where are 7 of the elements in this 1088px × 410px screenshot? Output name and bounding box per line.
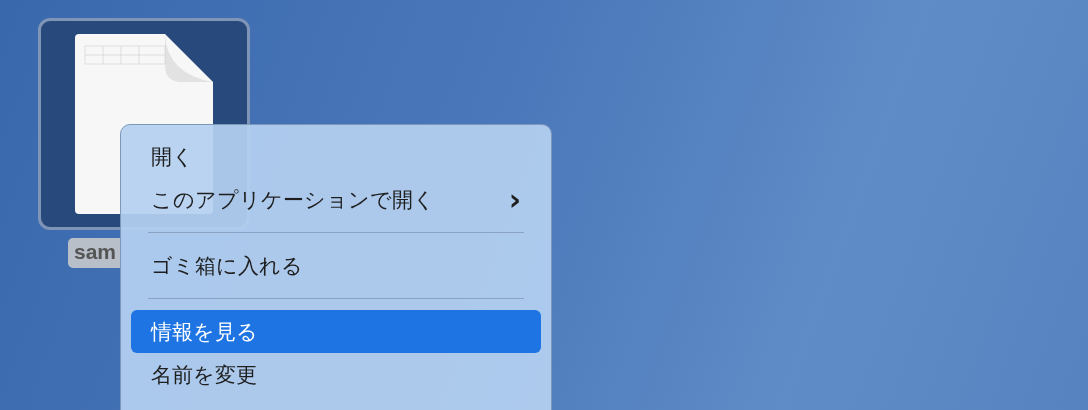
menu-item[interactable]: 開く [131, 135, 541, 178]
menu-item[interactable]: 名前を変更 [131, 353, 541, 396]
file-name-label: sam [68, 238, 120, 268]
menu-item[interactable]: ゴミ箱に入れる [131, 244, 541, 287]
menu-item[interactable]: 情報を見る [131, 310, 541, 353]
submenu-arrow: › [508, 184, 521, 215]
menu-item[interactable]: このアプリケーションで開く › [131, 178, 541, 221]
